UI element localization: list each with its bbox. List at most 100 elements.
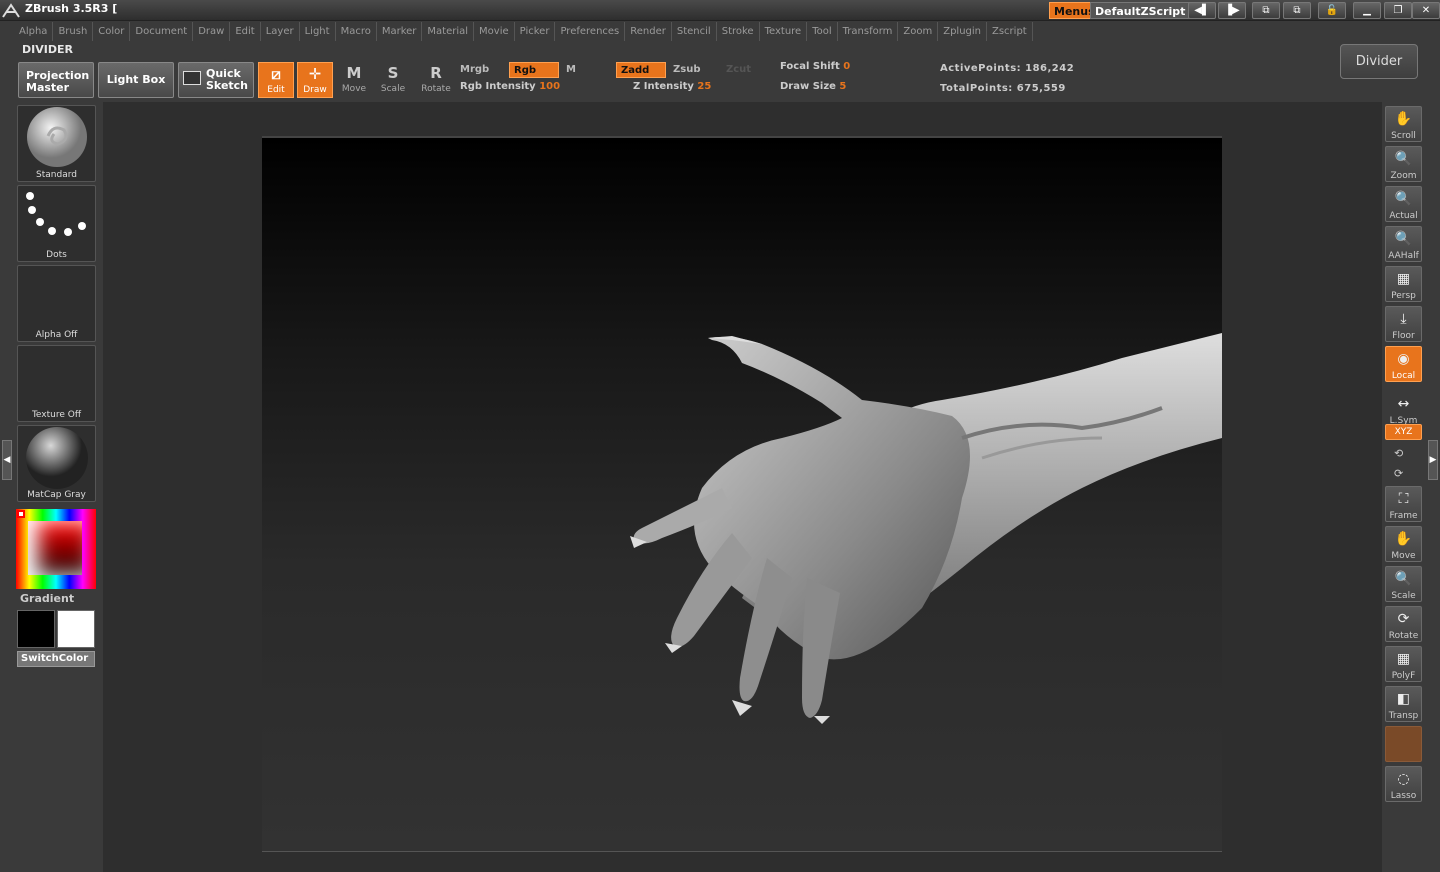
scale-tool-button[interactable]: S Scale xyxy=(375,62,411,98)
color-marker xyxy=(17,510,25,518)
minimize-icon[interactable]: ▁ xyxy=(1353,2,1381,19)
palette-name: DIVIDER xyxy=(22,43,73,56)
view-actual-button[interactable]: 🔍 Actual xyxy=(1385,186,1422,222)
view-lasso-button[interactable]: ◌ Lasso xyxy=(1385,766,1422,802)
view-xyz-button[interactable]: XYZ xyxy=(1385,424,1422,440)
rotate-tool-button[interactable]: R Rotate xyxy=(418,62,454,98)
restore-icon[interactable]: ❐ xyxy=(1384,2,1412,19)
menu-draw[interactable]: Draw xyxy=(193,22,231,41)
menu-tool[interactable]: Tool xyxy=(807,22,838,41)
menu-material[interactable]: Material xyxy=(422,22,475,41)
menu-movie[interactable]: Movie xyxy=(474,22,515,41)
view-lsym-button[interactable]: ↔ L.Sym xyxy=(1385,392,1422,428)
switch-color-button[interactable]: SwitchColor xyxy=(17,651,95,667)
scale-icon: S xyxy=(387,64,399,82)
layout-icon[interactable]: ⧉ xyxy=(1252,2,1280,19)
menu-picker[interactable]: Picker xyxy=(515,22,556,41)
view-scale-button[interactable]: 🔍 Scale xyxy=(1385,566,1422,602)
view-persp-button[interactable]: ▦ Persp xyxy=(1385,266,1422,302)
scroll-left-icon[interactable]: ◀▌ xyxy=(1188,2,1216,19)
draw-tool-button[interactable]: ✛ Draw xyxy=(297,62,333,98)
view-label: Frame xyxy=(1389,511,1418,521)
zbrush-logo-icon xyxy=(2,3,20,18)
view-local-button[interactable]: ◉ Local xyxy=(1385,346,1422,382)
color-picker[interactable] xyxy=(16,509,96,589)
main-color-swatch[interactable] xyxy=(17,610,55,648)
menu-stroke[interactable]: Stroke xyxy=(717,22,760,41)
close-icon[interactable]: ✕ xyxy=(1412,2,1440,19)
menu-transform[interactable]: Transform xyxy=(838,22,899,41)
menu-render[interactable]: Render xyxy=(625,22,672,41)
menu-zoom[interactable]: Zoom xyxy=(898,22,939,41)
menu-stencil[interactable]: Stencil xyxy=(672,22,717,41)
menu-texture[interactable]: Texture xyxy=(760,22,808,41)
menu-edit[interactable]: Edit xyxy=(230,22,261,41)
zcut-button[interactable]: Zcut xyxy=(722,62,772,78)
projection-master-button[interactable]: Projection Master xyxy=(18,62,94,98)
menu-bar: Alpha Brush Color Document Draw Edit Layer Ligh… xyxy=(14,22,1033,41)
move-tool-button[interactable]: M Move xyxy=(336,62,372,98)
draw-size-slider[interactable]: Draw Size 5 xyxy=(780,81,846,92)
grid-icon: ▦ xyxy=(1396,271,1411,287)
stroke-label: Dots xyxy=(46,250,67,260)
menu-layer[interactable]: Layer xyxy=(261,22,300,41)
rotate-z-icon[interactable]: ⟳ xyxy=(1394,467,1403,480)
view-transp-button[interactable]: ◧ Transp xyxy=(1385,686,1422,722)
view-zoom-button[interactable]: 🔍 Zoom xyxy=(1385,146,1422,182)
light-box-button[interactable]: Light Box xyxy=(98,62,174,98)
menu-alpha[interactable]: Alpha xyxy=(14,22,54,41)
color-square[interactable] xyxy=(28,521,82,575)
stroke-slot[interactable]: Dots xyxy=(17,185,96,262)
document-viewport[interactable] xyxy=(262,136,1222,852)
view-rotate-button[interactable]: ⟳ Rotate xyxy=(1385,606,1422,642)
ghost-button[interactable] xyxy=(1385,726,1422,762)
alpha-slot[interactable]: Alpha Off xyxy=(17,265,96,342)
z-intensity-slider[interactable]: Z Intensity 25 xyxy=(633,81,711,92)
menu-preferences[interactable]: Preferences xyxy=(555,22,626,41)
scroll-right-icon[interactable]: ▐▶ xyxy=(1218,2,1246,19)
rotate-y-icon[interactable]: ⟲ xyxy=(1394,447,1403,460)
brush-slot[interactable]: Standard xyxy=(17,105,96,182)
lock-icon[interactable]: 🔓 xyxy=(1318,2,1346,19)
menu-document[interactable]: Document xyxy=(130,22,194,41)
zsub-button[interactable]: Zsub xyxy=(669,62,719,78)
focal-shift-slider[interactable]: Focal Shift 0 xyxy=(780,61,850,72)
menu-marker[interactable]: Marker xyxy=(377,22,423,41)
view-floor-button[interactable]: ⤓ Floor xyxy=(1385,306,1422,342)
menu-color[interactable]: Color xyxy=(93,22,131,41)
view-label: PolyF xyxy=(1391,671,1416,681)
view-move-button[interactable]: ✋ Move xyxy=(1385,526,1422,562)
menu-zscript[interactable]: Zscript xyxy=(987,22,1033,41)
active-points: ActivePoints: 186,242 xyxy=(940,63,1075,74)
m-button[interactable]: M xyxy=(562,62,612,78)
secondary-color-swatch[interactable] xyxy=(57,610,95,648)
top-shelf: Projection Master Light Box Quick Sketch… xyxy=(0,56,1440,153)
view-frame-button[interactable]: ⛶ Frame xyxy=(1385,486,1422,522)
rotation-axis-icons[interactable]: ⟲ ⟳ xyxy=(1394,444,1403,484)
rgb-button[interactable]: Rgb xyxy=(509,62,559,78)
quick-sketch-button[interactable]: Quick Sketch xyxy=(178,62,254,98)
edit-tool-button[interactable]: ⧄ Edit xyxy=(258,62,294,98)
rgb-intensity-slider[interactable]: Rgb Intensity 100 xyxy=(460,81,560,92)
menu-light[interactable]: Light xyxy=(300,22,336,41)
view-aahalf-button[interactable]: 🔍 AAHalf xyxy=(1385,226,1422,262)
move-icon: ✋ xyxy=(1394,531,1413,547)
sym-icon: ↔ xyxy=(1397,396,1410,412)
app-title: ZBrush 3.5R3 [ xyxy=(25,2,118,15)
menu-zplugin[interactable]: Zplugin xyxy=(938,22,987,41)
view-polyf-button[interactable]: ▦ PolyF xyxy=(1385,646,1422,682)
default-zscript-button[interactable]: DefaultZScript xyxy=(1090,2,1191,19)
material-slot[interactable]: MatCap Gray xyxy=(17,425,96,502)
zadd-button[interactable]: Zadd xyxy=(616,62,666,78)
left-tray-toggle-icon[interactable]: ◀ xyxy=(2,440,12,480)
mrgb-button[interactable]: Mrgb xyxy=(456,62,506,78)
view-scroll-button[interactable]: ✋ Scroll xyxy=(1385,106,1422,142)
gradient-label[interactable]: Gradient xyxy=(20,592,74,605)
menu-brush[interactable]: Brush xyxy=(53,22,94,41)
texture-slot[interactable]: Texture Off xyxy=(17,345,96,422)
polyframe-icon: ▦ xyxy=(1396,651,1411,667)
view-label: Actual xyxy=(1389,211,1418,221)
layout2-icon[interactable]: ⧉ xyxy=(1283,2,1311,19)
menu-macro[interactable]: Macro xyxy=(336,22,377,41)
right-tray-toggle-icon[interactable]: ▶ xyxy=(1428,440,1438,480)
